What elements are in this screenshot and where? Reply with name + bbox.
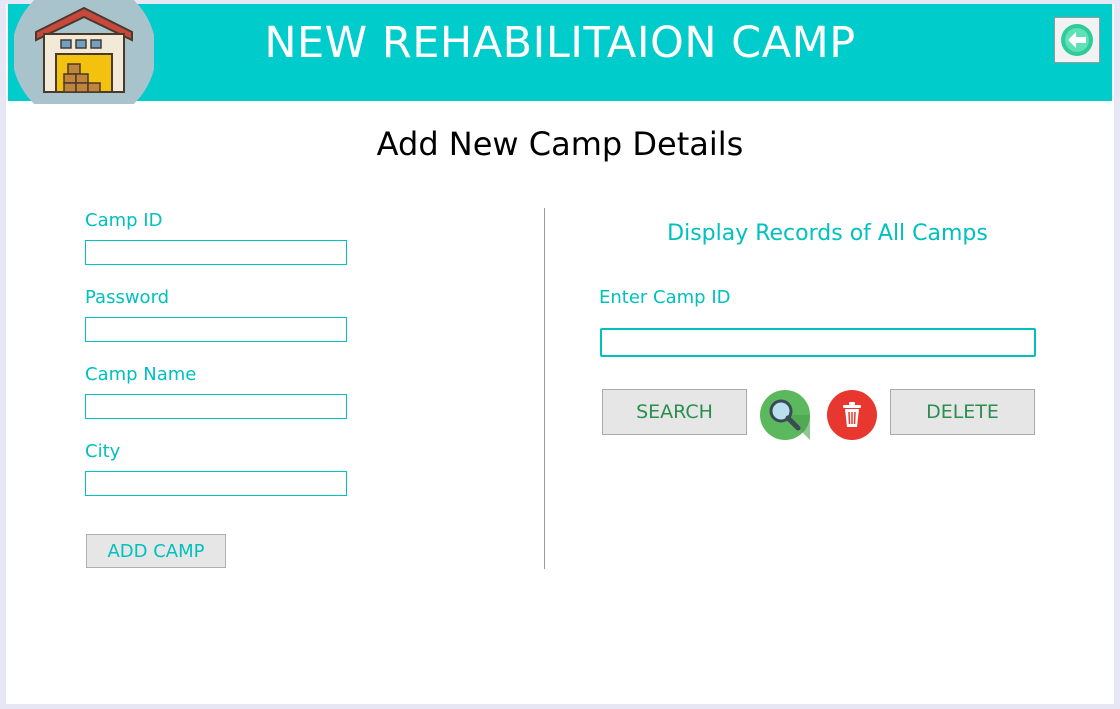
trash-icon[interactable] [827,390,877,440]
camp-name-label: Camp Name [85,364,197,385]
add-camp-button[interactable]: ADD CAMP [86,534,226,568]
camp-id-input[interactable] [85,240,347,265]
enter-camp-id-label: Enter Camp ID [599,287,731,308]
back-arrow-icon [1061,24,1093,56]
back-button[interactable] [1054,17,1100,63]
header-bar: NEW REHABILITAION CAMP [8,0,1112,104]
magnifier-icon[interactable] [760,390,810,440]
app-title: NEW REHABILITAION CAMP [264,18,856,68]
search-button[interactable]: SEARCH [602,389,747,435]
search-camp-id-input[interactable] [600,328,1036,357]
records-title: Display Records of All Camps [667,221,988,246]
password-input[interactable] [85,317,347,342]
city-input[interactable] [85,471,347,496]
panel-divider [544,208,545,569]
app-window: NEW REHABILITAION CAMP Add New Camp Deta… [6,0,1114,704]
delete-button[interactable]: DELETE [890,389,1035,435]
camp-id-label: Camp ID [85,210,163,231]
camp-name-input[interactable] [85,394,347,419]
password-label: Password [85,287,170,308]
page-title: Add New Camp Details [376,125,744,163]
city-label: City [85,441,121,462]
